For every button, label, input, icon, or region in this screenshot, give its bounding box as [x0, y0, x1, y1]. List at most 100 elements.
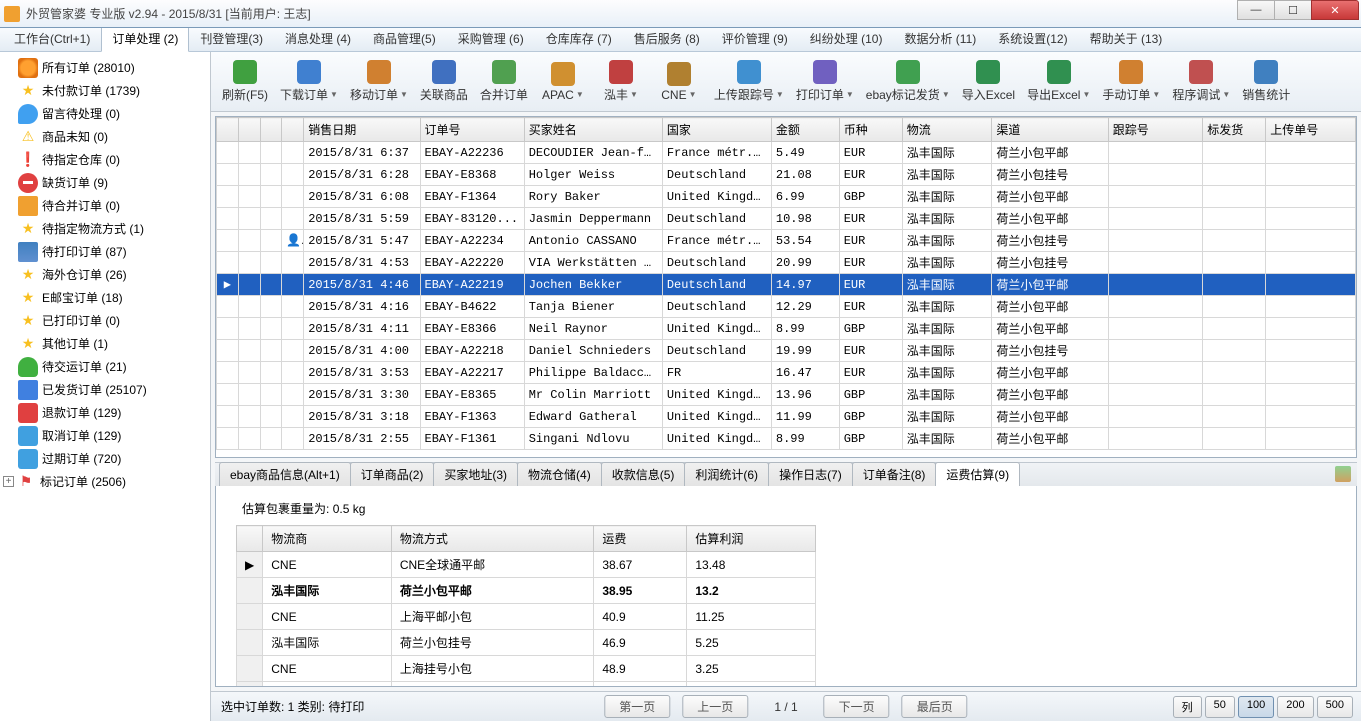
- table-row[interactable]: 2015/8/31 6:28EBAY-E8368Holger WeissDeut…: [217, 164, 1356, 186]
- table-row[interactable]: ▶CNECNE全球通平邮38.6713.48: [237, 552, 816, 578]
- column-header[interactable]: 上传单号: [1266, 118, 1356, 142]
- main-tab[interactable]: 数据分析 (11): [893, 25, 987, 51]
- table-row[interactable]: 2015/8/31 3:30EBAY-E8365Mr Colin Marriot…: [217, 384, 1356, 406]
- close-button[interactable]: ✕: [1311, 0, 1359, 20]
- detail-tab[interactable]: 操作日志(7): [768, 462, 853, 486]
- table-row[interactable]: 泓丰国际荷兰小包平邮38.9513.2: [237, 578, 816, 604]
- table-row[interactable]: 2015/8/31 4:00EBAY-A22218Daniel Schniede…: [217, 340, 1356, 362]
- table-row[interactable]: 2015/8/31 6:37EBAY-A22236DECOUDIER Jean-…: [217, 142, 1356, 164]
- column-header[interactable]: 物流: [902, 118, 992, 142]
- table-row[interactable]: 泓丰国际荷兰小包挂号46.95.25: [237, 630, 816, 656]
- detail-tab[interactable]: ebay商品信息(Alt+1): [219, 462, 351, 486]
- order-table[interactable]: 销售日期订单号买家姓名国家金额币种物流渠道跟踪号标发货上传单号2015/8/31…: [216, 117, 1356, 450]
- column-header[interactable]: 标发货: [1203, 118, 1266, 142]
- sidebar-item[interactable]: 已发货订单 (25107): [0, 378, 210, 401]
- column-header[interactable]: [238, 118, 260, 142]
- toolbar-button[interactable]: 程序调试▼: [1167, 55, 1235, 109]
- sidebar-item[interactable]: +⚑标记订单 (2506): [0, 470, 210, 493]
- table-row[interactable]: 2015/8/31 3:53EBAY-A22217Philippe Baldac…: [217, 362, 1356, 384]
- column-header[interactable]: 销售日期: [304, 118, 420, 142]
- column-header[interactable]: [260, 118, 282, 142]
- detail-tab[interactable]: 收款信息(5): [601, 462, 686, 486]
- page-size-button[interactable]: 500: [1317, 696, 1353, 718]
- minimize-button[interactable]: —: [1237, 0, 1275, 20]
- toolbar-button[interactable]: ebay标记发货▼: [861, 55, 955, 109]
- main-tab[interactable]: 订单处理 (2): [101, 25, 189, 52]
- column-header[interactable]: 渠道: [992, 118, 1108, 142]
- column-header[interactable]: [217, 118, 239, 142]
- sidebar-item[interactable]: ★待指定物流方式 (1): [0, 217, 210, 240]
- main-tab[interactable]: 仓库库存 (7): [535, 25, 623, 51]
- detail-tab[interactable]: 订单商品(2): [350, 462, 435, 486]
- sidebar-item[interactable]: 过期订单 (720): [0, 447, 210, 470]
- table-row[interactable]: 2015/8/31 4:53EBAY-A22220VIA Werkstätten…: [217, 252, 1356, 274]
- table-row[interactable]: 2015/8/31 4:16EBAY-B4622Tanja BienerDeut…: [217, 296, 1356, 318]
- main-tab[interactable]: 消息处理 (4): [274, 25, 362, 51]
- tree-expander-icon[interactable]: +: [3, 476, 14, 487]
- sidebar-item[interactable]: 取消订单 (129): [0, 424, 210, 447]
- detail-tab[interactable]: 买家地址(3): [433, 462, 518, 486]
- detail-tab[interactable]: 运费估算(9): [935, 462, 1020, 486]
- toolbar-button[interactable]: 手动订单▼: [1097, 55, 1165, 109]
- page-first-button[interactable]: 第一页: [604, 695, 670, 718]
- book-icon[interactable]: [1335, 466, 1351, 482]
- page-size-button[interactable]: 列: [1173, 696, 1202, 718]
- toolbar-button[interactable]: 导入Excel: [957, 55, 1020, 109]
- column-header[interactable]: 金额: [771, 118, 839, 142]
- column-header[interactable]: 物流方式: [391, 526, 593, 552]
- toolbar-button[interactable]: 泓丰▼: [593, 55, 649, 109]
- table-row[interactable]: ▶2015/8/31 4:46EBAY-A22219Jochen BekkerD…: [217, 274, 1356, 296]
- page-size-button[interactable]: 50: [1205, 696, 1235, 718]
- sidebar-item[interactable]: ★海外仓订单 (26): [0, 263, 210, 286]
- toolbar-button[interactable]: 上传跟踪号▼: [709, 55, 789, 109]
- table-row[interactable]: 2015/8/31 5:59EBAY-83120...Jasmin Depper…: [217, 208, 1356, 230]
- sidebar-item[interactable]: ★E邮宝订单 (18): [0, 286, 210, 309]
- table-row[interactable]: CNECNE全球通挂号49.772.38: [237, 682, 816, 688]
- table-row[interactable]: CNE上海挂号小包48.93.25: [237, 656, 816, 682]
- sidebar-item[interactable]: ★已打印订单 (0): [0, 309, 210, 332]
- table-row[interactable]: 2015/8/31 3:18EBAY-F1363Edward GatheralU…: [217, 406, 1356, 428]
- main-tab[interactable]: 评价管理 (9): [711, 25, 799, 51]
- toolbar-button[interactable]: 移动订单▼: [345, 55, 413, 109]
- page-next-button[interactable]: 下一页: [824, 695, 890, 718]
- page-prev-button[interactable]: 上一页: [682, 695, 748, 718]
- sidebar-item[interactable]: 待合并订单 (0): [0, 194, 210, 217]
- toolbar-button[interactable]: APAC▼: [535, 55, 591, 109]
- main-tab[interactable]: 工作台(Ctrl+1): [3, 25, 101, 51]
- toolbar-button[interactable]: CNE▼: [651, 55, 707, 109]
- sidebar-item[interactable]: 留言待处理 (0): [0, 102, 210, 125]
- column-header[interactable]: 买家姓名: [524, 118, 662, 142]
- detail-tab[interactable]: 物流仓储(4): [517, 462, 602, 486]
- table-row[interactable]: 2015/8/31 6:08EBAY-F1364Rory BakerUnited…: [217, 186, 1356, 208]
- sidebar-item[interactable]: ★未付款订单 (1739): [0, 79, 210, 102]
- table-row[interactable]: 2015/8/31 2:55EBAY-F1361Singani NdlovuUn…: [217, 428, 1356, 450]
- column-header[interactable]: 估算利润: [687, 526, 816, 552]
- page-size-button[interactable]: 100: [1238, 696, 1274, 718]
- main-tab[interactable]: 纠纷处理 (10): [799, 25, 894, 51]
- page-size-button[interactable]: 200: [1277, 696, 1313, 718]
- sidebar-item[interactable]: ❗待指定仓库 (0): [0, 148, 210, 171]
- main-tab[interactable]: 商品管理(5): [362, 25, 447, 51]
- column-header[interactable]: 物流商: [263, 526, 392, 552]
- toolbar-button[interactable]: 下载订单▼: [275, 55, 343, 109]
- toolbar-button[interactable]: 合并订单: [475, 55, 533, 109]
- main-tab[interactable]: 刊登管理(3): [189, 25, 274, 51]
- shipping-estimate-table[interactable]: 物流商物流方式运费估算利润▶CNECNE全球通平邮38.6713.48泓丰国际荷…: [236, 525, 816, 687]
- page-last-button[interactable]: 最后页: [902, 695, 968, 718]
- sidebar-item[interactable]: 待打印订单 (87): [0, 240, 210, 263]
- sidebar-item[interactable]: 待交运订单 (21): [0, 355, 210, 378]
- table-row[interactable]: 2015/8/31 4:11EBAY-E8366Neil RaynorUnite…: [217, 318, 1356, 340]
- sidebar-item[interactable]: ⚠商品未知 (0): [0, 125, 210, 148]
- toolbar-button[interactable]: 关联商品: [415, 55, 473, 109]
- toolbar-button[interactable]: 销售统计: [1237, 55, 1295, 109]
- main-tab[interactable]: 系统设置(12): [987, 25, 1078, 51]
- table-row[interactable]: CNE上海平邮小包40.911.25: [237, 604, 816, 630]
- column-header[interactable]: 订单号: [420, 118, 524, 142]
- column-header[interactable]: 跟踪号: [1108, 118, 1203, 142]
- toolbar-button[interactable]: 刷新(F5): [217, 55, 273, 109]
- table-row[interactable]: 👤2015/8/31 5:47EBAY-A22234Antonio CASSAN…: [217, 230, 1356, 252]
- sidebar-item[interactable]: 所有订单 (28010): [0, 56, 210, 79]
- main-tab[interactable]: 采购管理 (6): [447, 25, 535, 51]
- main-tab[interactable]: 售后服务 (8): [623, 25, 711, 51]
- sidebar-item[interactable]: 退款订单 (129): [0, 401, 210, 424]
